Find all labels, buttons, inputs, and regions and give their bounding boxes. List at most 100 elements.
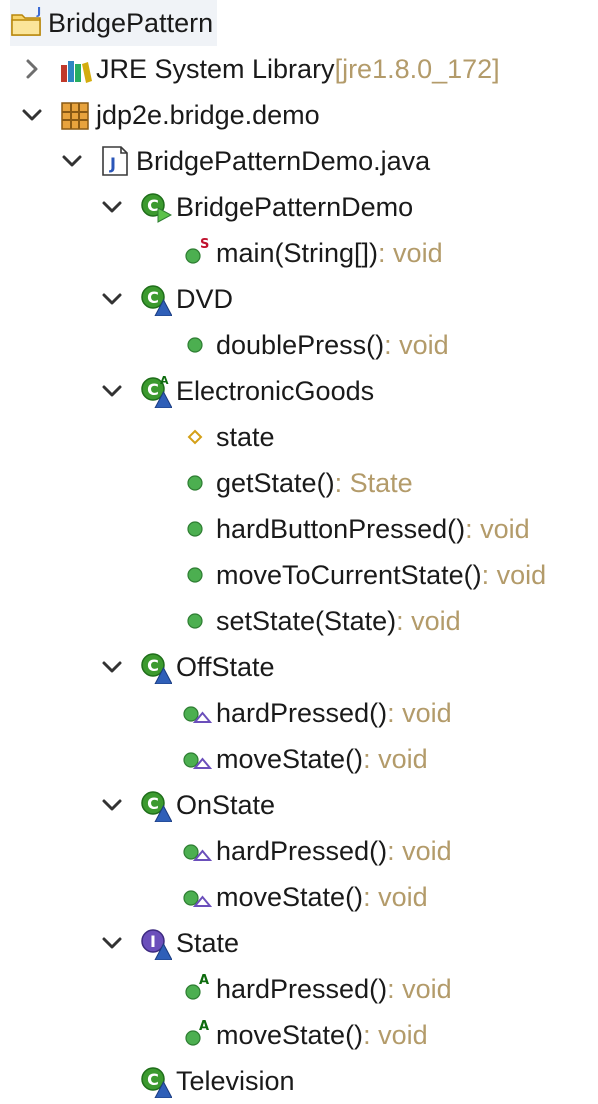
tree-item-member[interactable]: hardPressed() : void [178, 828, 452, 874]
member-label: getState() [216, 467, 335, 498]
member-label: main(String[]) [216, 237, 379, 268]
class-label: BridgePatternDemo [176, 191, 414, 222]
member-label: hardPressed() [216, 835, 388, 866]
chevron-right-icon[interactable] [20, 57, 44, 81]
svg-text:C: C [147, 380, 159, 399]
abstract-method-icon: A [178, 972, 212, 1006]
file-label: BridgePatternDemo.java [136, 145, 431, 176]
class-label: OnState [176, 789, 276, 820]
svg-text:A: A [199, 1019, 209, 1034]
class-icon: C [138, 788, 172, 822]
member-label: hardPressed() [216, 973, 388, 1004]
member-label: hardPressed() [216, 697, 388, 728]
tree-item-class[interactable]: C BridgePatternDemo [100, 184, 413, 230]
chevron-down-icon[interactable] [100, 287, 124, 311]
tree-item-class[interactable]: I State [100, 920, 239, 966]
interface-icon: I [138, 926, 172, 960]
type-suffix: : State [334, 467, 413, 498]
package-explorer-tree: J BridgePattern JRE System Library [jre1.8… [0, 0, 598, 1098]
public-method-icon [178, 466, 212, 500]
class-label: ElectronicGoods [176, 375, 375, 406]
svg-text:C: C [147, 196, 159, 215]
library-icon [58, 52, 92, 86]
tree-item-member[interactable]: moveState() : void [178, 874, 428, 920]
chevron-down-icon[interactable] [100, 931, 124, 955]
public-method-icon [178, 558, 212, 592]
tree-item-member[interactable]: moveState() : void [178, 736, 428, 782]
package-label: jdp2e.bridge.demo [96, 99, 320, 130]
abstract-class-icon: CA [138, 374, 172, 408]
type-suffix: : void [363, 881, 428, 912]
project-label: BridgePattern [48, 7, 214, 38]
implements-method-icon [178, 742, 212, 776]
svg-text:J: J [36, 6, 41, 18]
implements-method-icon [178, 880, 212, 914]
class-label: DVD [176, 283, 234, 314]
svg-text:S: S [200, 237, 209, 252]
tree-item-package[interactable]: jdp2e.bridge.demo [20, 92, 320, 138]
member-label: state [216, 421, 275, 452]
java-file-icon: J [98, 144, 132, 178]
class-label: State [176, 927, 240, 958]
type-suffix: : void [363, 1019, 428, 1050]
public-static-method-icon: S [178, 236, 212, 270]
member-label: moveState() [216, 1019, 364, 1050]
member-label: moveState() [216, 881, 364, 912]
svg-text:A: A [160, 374, 169, 387]
tree-item-jre-library[interactable]: JRE System Library [jre1.8.0_172] [20, 46, 500, 92]
svg-text:C: C [147, 1070, 159, 1089]
tree-item-member[interactable]: AhardPressed() : void [178, 966, 452, 1012]
type-suffix: : void [387, 697, 452, 728]
type-suffix: : void [387, 973, 452, 1004]
tree-item-class[interactable]: C OffState [100, 644, 275, 690]
chevron-down-icon[interactable] [100, 793, 124, 817]
type-suffix: : void [387, 835, 452, 866]
package-icon [58, 98, 92, 132]
svg-text:C: C [147, 288, 159, 307]
protected-field-icon [178, 420, 212, 454]
project-folder-icon: J [10, 6, 44, 40]
class-icon: C [138, 1064, 172, 1098]
tree-item-java-file[interactable]: J BridgePatternDemo.java [60, 138, 430, 184]
member-label: hardButtonPressed() [216, 513, 466, 544]
svg-text:C: C [147, 656, 159, 675]
tree-item-project[interactable]: J BridgePattern [10, 0, 218, 46]
tree-item-class[interactable]: C DVD [100, 276, 233, 322]
member-label: moveToCurrentState() [216, 559, 482, 590]
tree-item-class[interactable]: C Television [100, 1058, 295, 1104]
type-suffix: : void [378, 237, 443, 268]
type-suffix: [jre1.8.0_172] [334, 53, 500, 84]
type-suffix: : void [396, 605, 461, 636]
chevron-down-icon[interactable] [100, 655, 124, 679]
chevron-down-icon[interactable] [60, 149, 84, 173]
chevron-down-icon[interactable] [100, 195, 124, 219]
type-suffix: : void [363, 743, 428, 774]
tree-item-member[interactable]: hardButtonPressed() : void [178, 506, 530, 552]
type-suffix: : void [465, 513, 530, 544]
tree-item-member[interactable]: setState(State) : void [178, 598, 461, 644]
tree-item-class[interactable]: C OnState [100, 782, 275, 828]
tree-item-member[interactable]: getState() : State [178, 460, 413, 506]
class-icon: C [138, 282, 172, 316]
chevron-down-icon[interactable] [20, 103, 44, 127]
svg-text:A: A [199, 973, 209, 988]
svg-text:C: C [147, 794, 159, 813]
tree-item-class[interactable]: C A ElectronicGoods [100, 368, 374, 414]
class-icon: C [138, 650, 172, 684]
class-label: Television [176, 1065, 295, 1096]
tree-item-member[interactable]: AmoveState() : void [178, 1012, 428, 1058]
tree-item-member[interactable]: doublePress() : void [178, 322, 449, 368]
library-label: JRE System Library [96, 53, 335, 84]
implements-method-icon [178, 834, 212, 868]
tree-item-member[interactable]: hardPressed() : void [178, 690, 452, 736]
tree-item-member[interactable]: Smain(String[]) : void [178, 230, 443, 276]
runnable-class-icon: C [138, 190, 172, 224]
chevron-down-icon[interactable] [100, 379, 124, 403]
tree-item-member[interactable]: state [178, 414, 275, 460]
member-label: doublePress() [216, 329, 385, 360]
class-label: OffState [176, 651, 275, 682]
tree-item-member[interactable]: moveToCurrentState() : void [178, 552, 546, 598]
svg-text:I: I [150, 932, 156, 951]
type-suffix: : void [384, 329, 449, 360]
